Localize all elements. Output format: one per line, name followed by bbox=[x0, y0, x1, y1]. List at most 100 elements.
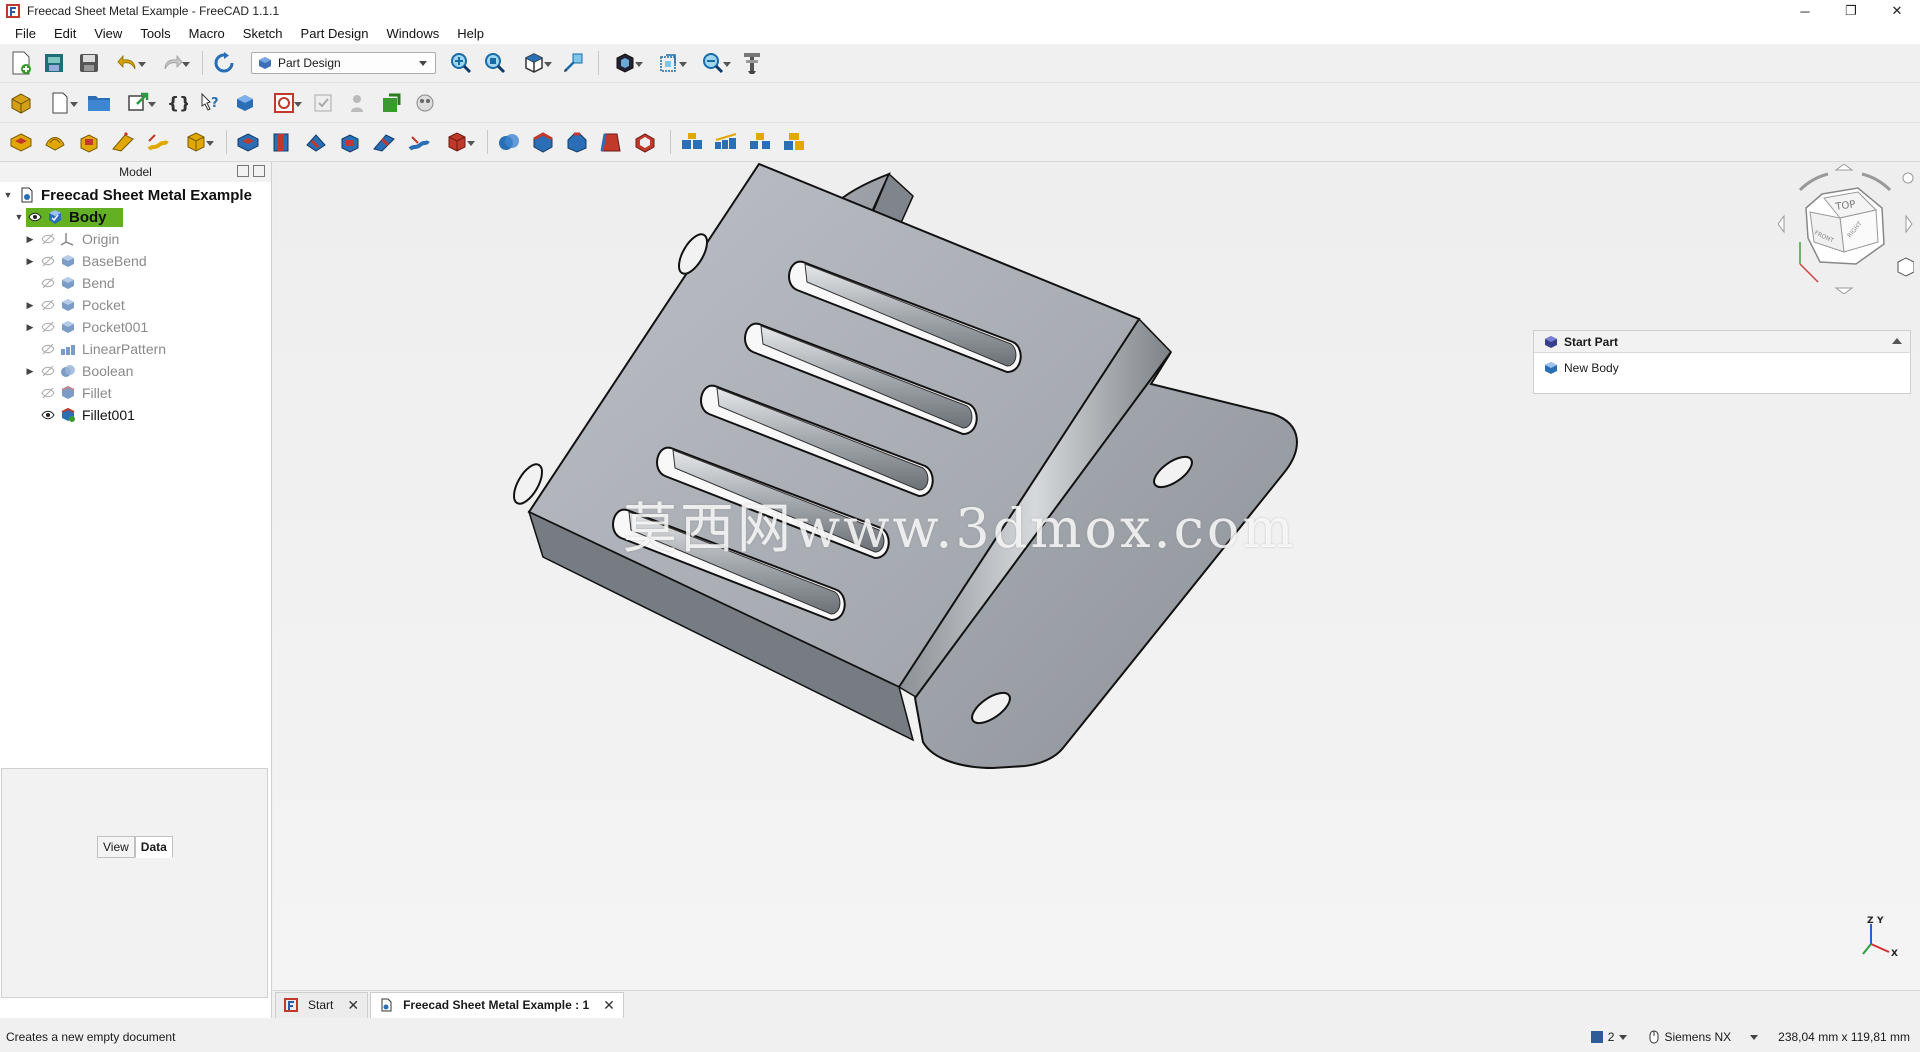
expand-arrow-icon[interactable]: ▶ bbox=[25, 234, 35, 244]
open-button[interactable] bbox=[40, 48, 70, 78]
menu-edit[interactable]: Edit bbox=[45, 26, 85, 41]
rotate-left-icon[interactable] bbox=[1798, 172, 1829, 192]
task-panel-header[interactable]: Start Part bbox=[1534, 331, 1910, 353]
create-folder-button[interactable] bbox=[84, 88, 114, 118]
tab-document[interactable]: Freecad Sheet Metal Example : 1 ✕ bbox=[370, 991, 624, 1018]
additive-pipe-button[interactable] bbox=[108, 127, 138, 157]
menu-view[interactable]: View bbox=[85, 26, 131, 41]
draft-button[interactable] bbox=[596, 127, 626, 157]
menu-part-design[interactable]: Part Design bbox=[292, 26, 378, 41]
tree-item-origin[interactable]: ▶ Origin bbox=[0, 228, 271, 250]
undo-button[interactable] bbox=[108, 48, 148, 78]
rotate-right-icon[interactable] bbox=[1861, 172, 1892, 192]
redo-button[interactable] bbox=[152, 48, 192, 78]
view-fit-all-button[interactable] bbox=[446, 48, 476, 78]
create-part-button[interactable] bbox=[6, 88, 36, 118]
selection-count-button[interactable]: 2 bbox=[1590, 1030, 1628, 1044]
hidden-eye-icon[interactable] bbox=[41, 298, 55, 312]
tree-item-linearpattern[interactable]: LinearPattern bbox=[0, 338, 271, 360]
bounding-box-button[interactable] bbox=[649, 48, 689, 78]
validate-sketch-button[interactable] bbox=[308, 88, 338, 118]
property-view[interactable] bbox=[1, 768, 268, 998]
minimize-button[interactable]: ─ bbox=[1782, 0, 1828, 22]
expand-arrow-icon[interactable]: ▶ bbox=[25, 300, 35, 310]
panel-float-button[interactable] bbox=[237, 165, 249, 177]
create-group-button[interactable] bbox=[40, 88, 80, 118]
refresh-button[interactable] bbox=[209, 48, 239, 78]
nav-arrow-right-icon[interactable] bbox=[1905, 214, 1913, 234]
menu-help[interactable]: Help bbox=[448, 26, 493, 41]
sheet-metal-part[interactable] bbox=[273, 162, 1920, 990]
tree-item-pocket[interactable]: ▶ Pocket bbox=[0, 294, 271, 316]
subtractive-primitive-button[interactable] bbox=[437, 127, 477, 157]
standard-views-button[interactable] bbox=[514, 48, 554, 78]
nav-arrow-left-icon[interactable] bbox=[1778, 214, 1785, 234]
tree-item-boolean[interactable]: ▶ Boolean bbox=[0, 360, 271, 382]
polar-pattern-button[interactable] bbox=[745, 127, 775, 157]
view-menu-cube-icon[interactable] bbox=[1897, 257, 1914, 277]
close-window-button[interactable]: ✕ bbox=[1874, 0, 1920, 22]
measure-tools-button[interactable] bbox=[693, 48, 733, 78]
create-link-button[interactable] bbox=[118, 88, 158, 118]
thickness-button[interactable] bbox=[630, 127, 660, 157]
tree-document[interactable]: ▼ Freecad Sheet Metal Example bbox=[0, 184, 271, 206]
measure-button[interactable] bbox=[558, 48, 588, 78]
restore-button[interactable]: ❐ bbox=[1828, 0, 1874, 22]
tab-view[interactable]: View bbox=[97, 836, 135, 858]
view-fit-selection-button[interactable] bbox=[480, 48, 510, 78]
boolean-button[interactable] bbox=[494, 127, 524, 157]
menu-sketch[interactable]: Sketch bbox=[234, 26, 292, 41]
linear-pattern-button[interactable] bbox=[711, 127, 741, 157]
draw-style-button[interactable] bbox=[605, 48, 645, 78]
expand-arrow-icon[interactable]: ▶ bbox=[25, 322, 35, 332]
tree-item-fillet001[interactable]: Fillet001 bbox=[0, 404, 271, 426]
create-body-button[interactable] bbox=[230, 88, 260, 118]
tree-item-basebend[interactable]: ▶ BaseBend bbox=[0, 250, 271, 272]
whats-this-button[interactable] bbox=[737, 48, 767, 78]
visibility-eye-icon[interactable] bbox=[28, 210, 42, 224]
mirrored-button[interactable] bbox=[677, 127, 707, 157]
hole-button[interactable] bbox=[267, 127, 297, 157]
close-tab-icon[interactable]: ✕ bbox=[603, 997, 615, 1014]
workbench-selector[interactable]: Part Design bbox=[251, 52, 436, 74]
menu-file[interactable]: File bbox=[6, 26, 45, 41]
tree-item-fillet[interactable]: Fillet bbox=[0, 382, 271, 404]
nav-arrow-up-icon[interactable] bbox=[1834, 164, 1854, 171]
additive-helix-button[interactable] bbox=[142, 127, 172, 157]
hidden-eye-icon[interactable] bbox=[41, 254, 55, 268]
help-button[interactable]: ? bbox=[196, 88, 226, 118]
variable-set-button[interactable]: {} bbox=[162, 88, 192, 118]
revolution-button[interactable] bbox=[40, 127, 70, 157]
new-body-action[interactable]: New Body bbox=[1534, 353, 1910, 383]
create-sketch-button[interactable] bbox=[264, 88, 304, 118]
3d-viewport[interactable]: 莫西网www.3dmox.com TOP FRONT RIGHT Z Y X bbox=[273, 162, 1920, 990]
create-datum-point-button[interactable] bbox=[342, 88, 372, 118]
multi-transform-button[interactable] bbox=[779, 127, 809, 157]
navigation-style-button[interactable]: Siemens NX bbox=[1649, 1030, 1759, 1044]
subtractive-helix-button[interactable] bbox=[403, 127, 433, 157]
new-document-button[interactable] bbox=[6, 48, 36, 78]
menu-windows[interactable]: Windows bbox=[377, 26, 448, 41]
tree-item-pocket001[interactable]: ▶ Pocket001 bbox=[0, 316, 271, 338]
menu-tools[interactable]: Tools bbox=[131, 26, 179, 41]
visibility-eye-icon[interactable] bbox=[41, 408, 55, 422]
expand-arrow-icon[interactable]: ▶ bbox=[25, 366, 35, 376]
nav-arrow-down-icon[interactable] bbox=[1834, 287, 1854, 294]
pocket-button[interactable] bbox=[233, 127, 263, 157]
hidden-eye-icon[interactable] bbox=[41, 342, 55, 356]
tree-item-bend[interactable]: Bend bbox=[0, 272, 271, 294]
expand-arrow-icon[interactable]: ▶ bbox=[25, 256, 35, 266]
hidden-eye-icon[interactable] bbox=[41, 364, 55, 378]
subtractive-pipe-button[interactable] bbox=[369, 127, 399, 157]
additive-loft-button[interactable] bbox=[74, 127, 104, 157]
pad-button[interactable] bbox=[6, 127, 36, 157]
navigation-cube[interactable]: TOP FRONT RIGHT bbox=[1778, 164, 1914, 294]
groove-button[interactable] bbox=[301, 127, 331, 157]
collapse-arrow-icon[interactable] bbox=[1892, 338, 1902, 344]
create-clone-button[interactable] bbox=[410, 88, 440, 118]
fillet-button[interactable] bbox=[528, 127, 558, 157]
tree-item-body[interactable]: ▼ Body bbox=[0, 206, 271, 228]
nav-menu-icon[interactable] bbox=[1902, 172, 1914, 184]
hidden-eye-icon[interactable] bbox=[41, 386, 55, 400]
menu-macro[interactable]: Macro bbox=[180, 26, 234, 41]
